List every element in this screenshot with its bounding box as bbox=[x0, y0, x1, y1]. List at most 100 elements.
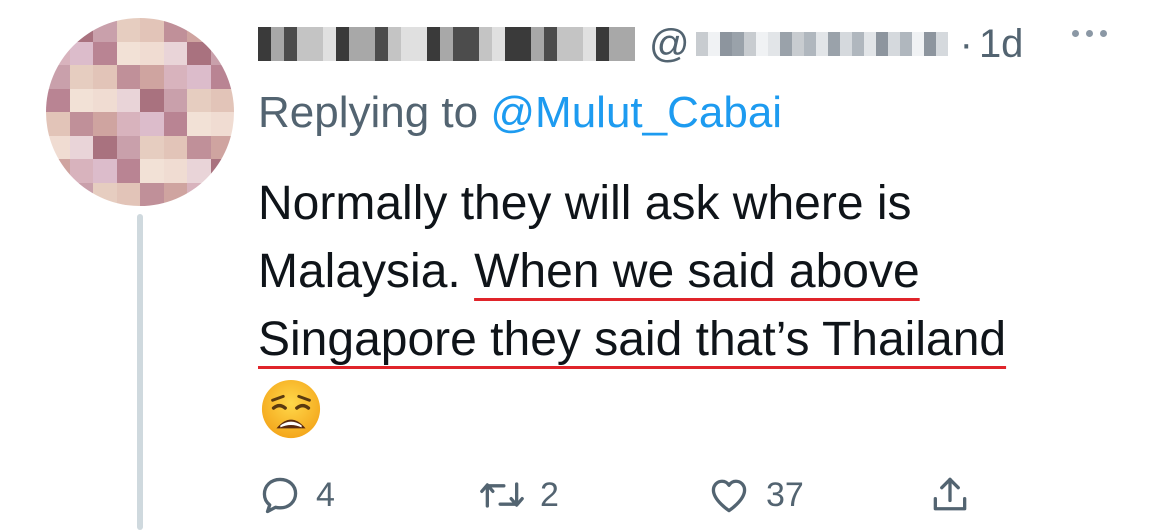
reply-button[interactable]: 4 bbox=[258, 470, 335, 520]
more-dot bbox=[1072, 30, 1079, 37]
tweet-line-2-plain: Malaysia. bbox=[258, 245, 475, 298]
name-pixel bbox=[349, 27, 362, 61]
avatar-pixel bbox=[140, 135, 164, 159]
name-pixel bbox=[518, 27, 531, 61]
handle-pixel bbox=[935, 32, 948, 56]
avatar-pixel bbox=[163, 135, 187, 159]
handle-pixel bbox=[923, 32, 936, 56]
avatar-pixel bbox=[116, 182, 140, 206]
retweet-button[interactable]: 2 bbox=[478, 470, 559, 520]
like-button[interactable]: 37 bbox=[706, 470, 804, 520]
replying-to-mention[interactable]: @Mulut_Cabai bbox=[490, 88, 782, 137]
avatar-pixel bbox=[69, 112, 93, 136]
avatar-pixel bbox=[116, 41, 140, 65]
avatar-pixel bbox=[93, 159, 117, 183]
handle-pixel bbox=[779, 32, 792, 56]
handle-pixel bbox=[887, 32, 900, 56]
avatar-pixel bbox=[210, 135, 234, 159]
avatar-pixel bbox=[140, 18, 164, 42]
avatar-pixel bbox=[69, 182, 93, 206]
tweet-line-2-highlight: When we said above bbox=[474, 245, 920, 298]
name-pixel bbox=[609, 27, 622, 61]
handle-pixel bbox=[791, 32, 804, 56]
tweet-line-2: Malaysia. When we said above bbox=[258, 238, 1138, 306]
avatar[interactable] bbox=[46, 18, 234, 206]
handle-pixel bbox=[839, 32, 852, 56]
avatar-pixel bbox=[116, 135, 140, 159]
avatar-pixel bbox=[187, 135, 211, 159]
tweet-actions: 4 2 37 bbox=[258, 470, 1158, 520]
name-pixel bbox=[557, 27, 570, 61]
handle-pixel bbox=[719, 32, 732, 56]
avatar-pixel bbox=[46, 65, 70, 89]
replying-to: Replying to @Mulut_Cabai bbox=[258, 88, 782, 138]
handle-pixel bbox=[911, 32, 924, 56]
avatar-pixel bbox=[210, 65, 234, 89]
avatar-pixel bbox=[187, 65, 211, 89]
reply-count: 4 bbox=[316, 475, 335, 514]
handle-pixel bbox=[899, 32, 912, 56]
avatar-pixel bbox=[187, 18, 211, 42]
retweet-count: 2 bbox=[540, 475, 559, 514]
name-pixel bbox=[622, 27, 635, 61]
share-button[interactable] bbox=[928, 470, 972, 520]
avatar-pixel bbox=[93, 135, 117, 159]
avatar-pixel bbox=[69, 159, 93, 183]
name-pixel bbox=[531, 27, 544, 61]
more-dot bbox=[1086, 30, 1093, 37]
avatar-pixel bbox=[163, 182, 187, 206]
handle-pixel bbox=[827, 32, 840, 56]
tweet-line-3-highlight: Singapore they said that’s Thailand bbox=[258, 313, 1007, 366]
avatar-pixel bbox=[46, 159, 70, 183]
timestamp[interactable]: 1d bbox=[979, 22, 1024, 67]
name-pixel bbox=[414, 27, 427, 61]
tweet-line-1: Normally they will ask where is bbox=[258, 177, 912, 230]
avatar-pixel bbox=[210, 88, 234, 112]
handle-pixel bbox=[755, 32, 768, 56]
avatar-pixel bbox=[93, 65, 117, 89]
name-pixel bbox=[258, 27, 271, 61]
handle-pixel bbox=[731, 32, 744, 56]
handle-pixel bbox=[767, 32, 780, 56]
name-pixel bbox=[544, 27, 557, 61]
avatar-pixel bbox=[46, 182, 70, 206]
avatar-pixel bbox=[210, 41, 234, 65]
name-pixel bbox=[596, 27, 609, 61]
avatar-pixel bbox=[46, 41, 70, 65]
name-pixel bbox=[375, 27, 388, 61]
avatar-pixel bbox=[210, 18, 234, 42]
name-pixel bbox=[388, 27, 401, 61]
avatar-pixel bbox=[140, 88, 164, 112]
avatar-pixel bbox=[116, 112, 140, 136]
name-pixel bbox=[336, 27, 349, 61]
name-pixel bbox=[362, 27, 375, 61]
retweet-icon bbox=[480, 482, 524, 508]
name-pixel bbox=[401, 27, 414, 61]
avatar-pixel bbox=[93, 182, 117, 206]
avatar-pixel bbox=[140, 41, 164, 65]
name-pixel bbox=[466, 27, 479, 61]
more-options-icon[interactable] bbox=[1072, 30, 1107, 37]
avatar-pixel bbox=[210, 159, 234, 183]
name-pixel bbox=[440, 27, 453, 61]
avatar-pixel bbox=[163, 112, 187, 136]
avatar-pixel bbox=[187, 88, 211, 112]
avatar-pixel bbox=[187, 112, 211, 136]
avatar-pixel bbox=[116, 18, 140, 42]
avatar-pixel bbox=[163, 65, 187, 89]
name-pixel bbox=[583, 27, 596, 61]
like-count: 37 bbox=[766, 475, 804, 514]
avatar-pixel bbox=[69, 88, 93, 112]
avatar-pixel bbox=[187, 159, 211, 183]
handle-pixel bbox=[815, 32, 828, 56]
avatar-pixel bbox=[93, 112, 117, 136]
username-handle[interactable]: @ bbox=[649, 22, 948, 67]
reply-icon bbox=[262, 477, 298, 514]
display-name-redacted[interactable] bbox=[258, 27, 635, 61]
more-dot bbox=[1100, 30, 1107, 37]
avatar-pixel bbox=[93, 18, 117, 42]
handle-redacted bbox=[695, 32, 948, 56]
avatar-pixel bbox=[116, 65, 140, 89]
avatar-pixel bbox=[140, 65, 164, 89]
tweet-text: Normally they will ask where is Malaysia… bbox=[258, 170, 1138, 374]
